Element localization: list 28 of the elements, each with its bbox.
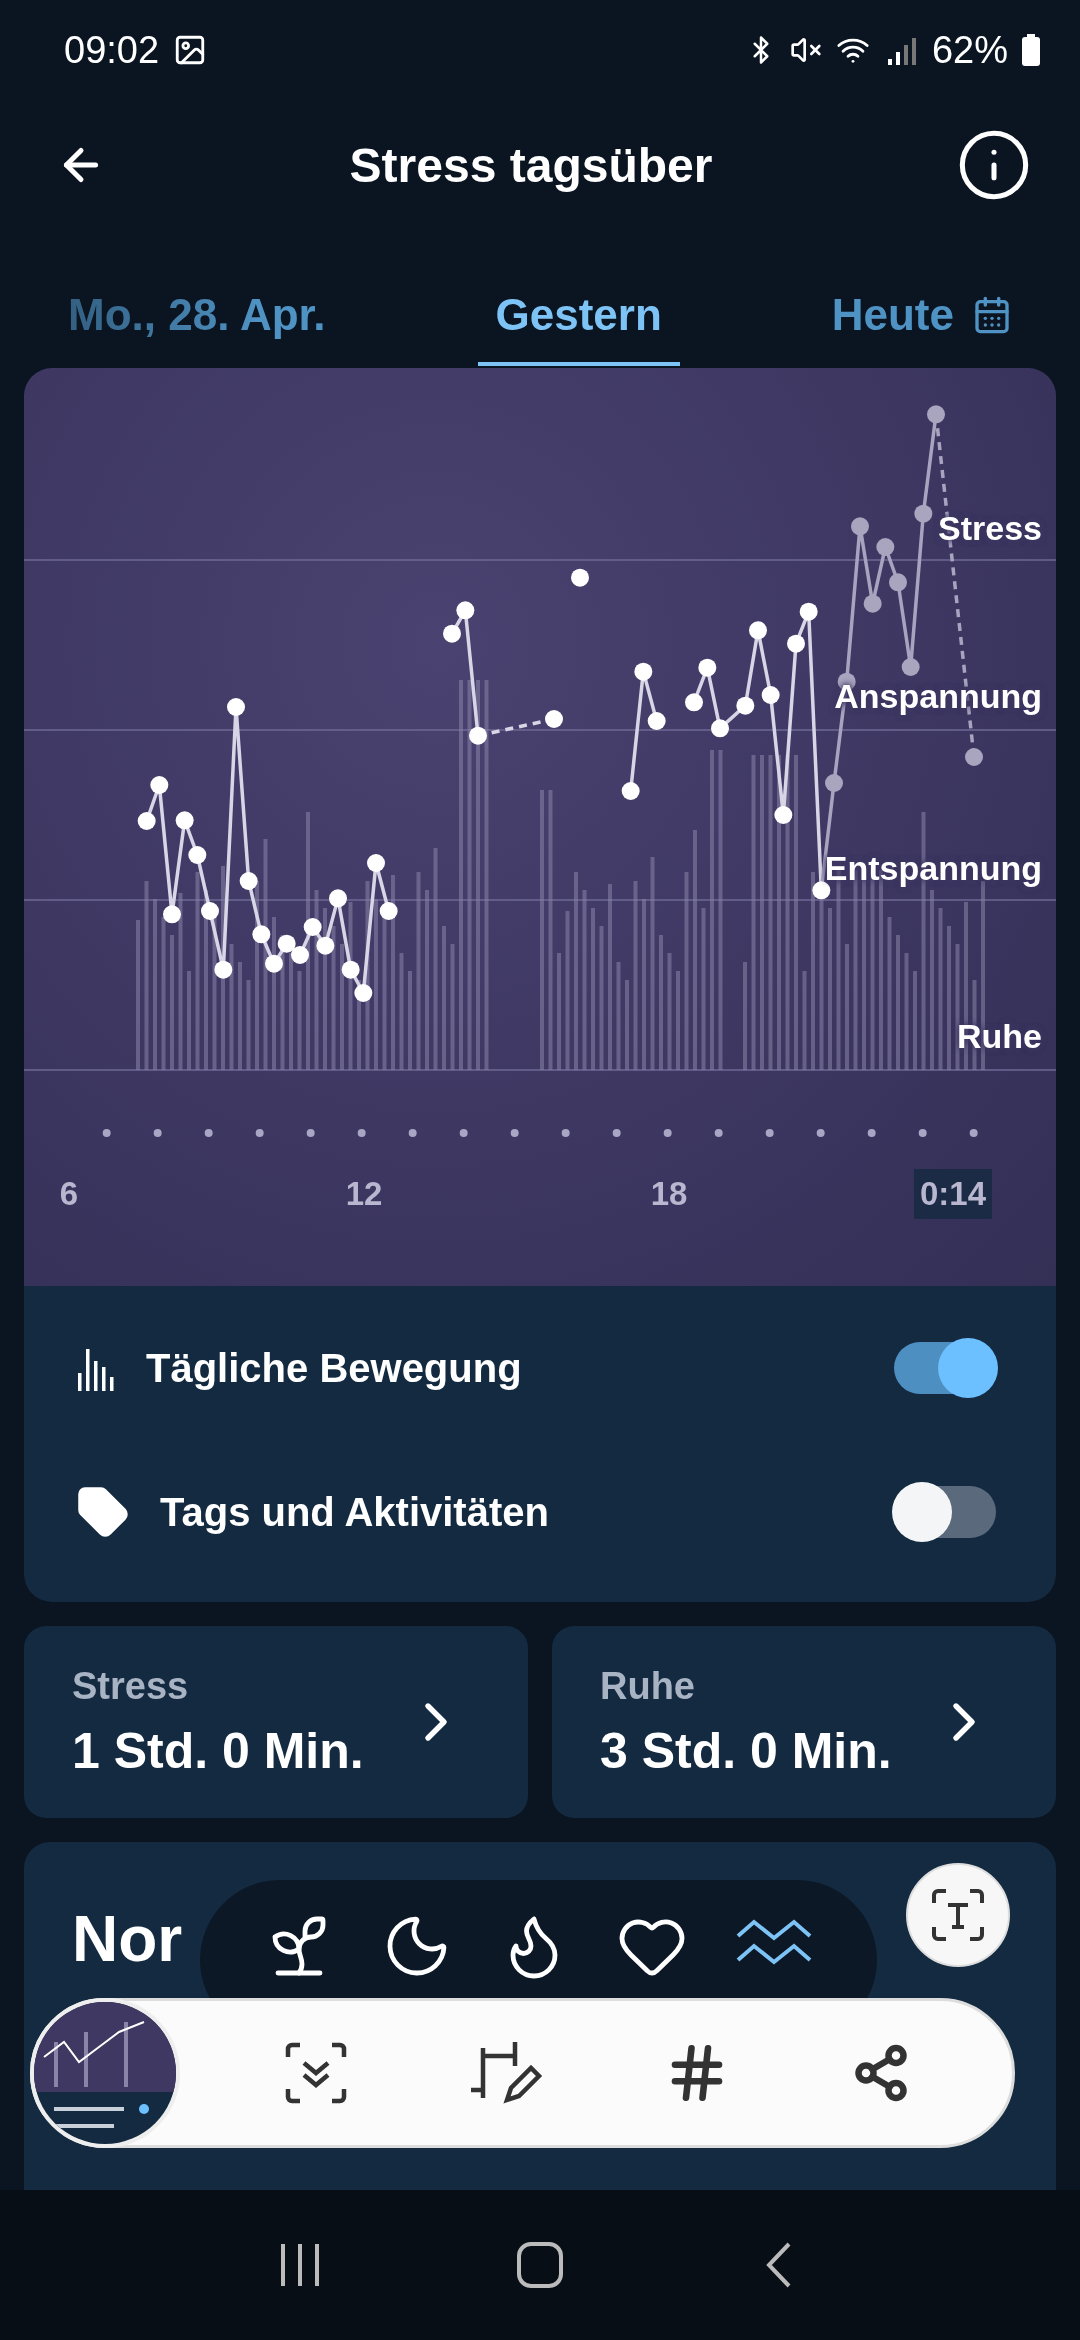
toggle-label: Tägliche Bewegung xyxy=(146,1345,523,1391)
summary-value: 1 Std. 0 Min. xyxy=(72,1721,364,1780)
hour-label: 12 xyxy=(344,1174,384,1214)
date-tab[interactable]: Mo., 28. Apr. xyxy=(50,290,344,366)
hour-label: 18 xyxy=(649,1174,689,1214)
battery-icon xyxy=(1022,34,1040,66)
day-title: Nor xyxy=(72,1903,183,1975)
summary-value: 3 Std. 0 Min. xyxy=(600,1721,892,1780)
level-label: Entspannung xyxy=(824,848,1042,888)
status-time: 09:02 xyxy=(64,28,160,72)
level-label: Anspannung xyxy=(834,676,1042,716)
summary-label: Stress xyxy=(72,1664,190,1708)
scroll-capture-button[interactable] xyxy=(283,2041,348,2105)
text-scan-icon xyxy=(930,1887,986,1943)
page-title: Stress tagsüber xyxy=(349,137,713,193)
level-label: Ruhe xyxy=(957,1016,1042,1056)
tag-icon xyxy=(76,1485,130,1539)
level-label: Stress xyxy=(938,508,1042,548)
home-icon[interactable] xyxy=(515,2240,565,2290)
summary-card[interactable]: Ruhe 3 Std. 0 Min. xyxy=(552,1626,1056,1818)
crop-edit-button[interactable] xyxy=(468,2040,543,2106)
summary-card[interactable]: Stress 1 Std. 0 Min. xyxy=(24,1626,528,1818)
hour-label: 6 xyxy=(58,1174,80,1214)
date-tab[interactable]: Heute xyxy=(813,290,1030,366)
battery-percent: 62% xyxy=(931,28,1008,72)
hour-label: 0:14 xyxy=(913,1169,993,1219)
summary-label: Ruhe xyxy=(600,1664,696,1708)
toggle-label: Tags und Aktivitäten xyxy=(160,1489,550,1535)
